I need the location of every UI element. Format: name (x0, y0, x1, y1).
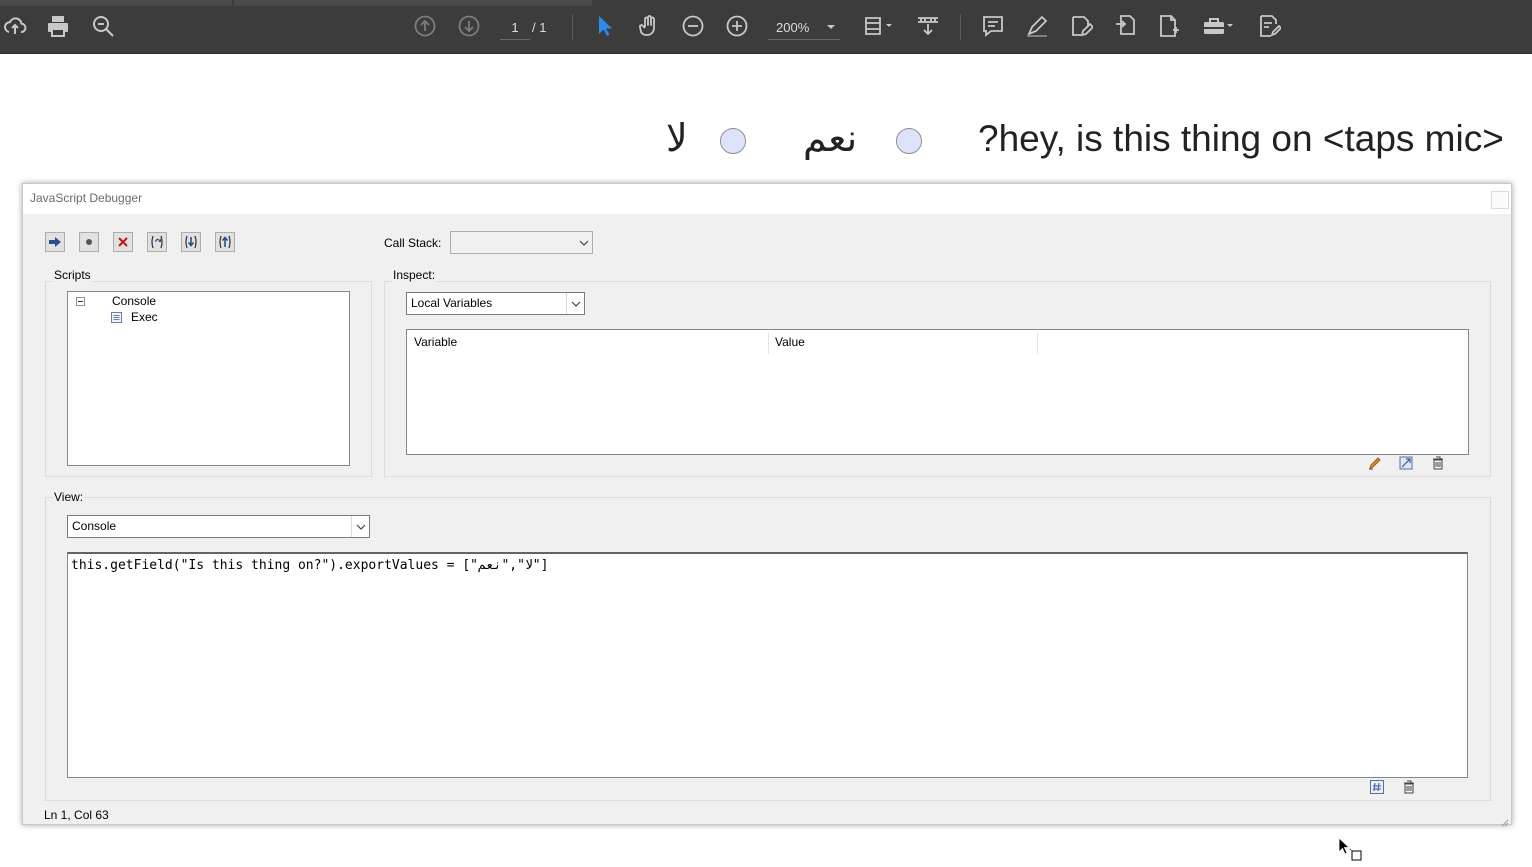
script-file-icon (111, 312, 122, 323)
scripts-tree[interactable]: Console Exec (67, 291, 350, 466)
debugger-title: JavaScript Debugger (30, 191, 143, 205)
document-tab[interactable] (0, 0, 232, 6)
console-textarea[interactable]: this.getField("Is this thing on?").expor… (67, 552, 1468, 778)
tree-collapse-toggle[interactable] (76, 297, 85, 306)
page-number-input[interactable]: 1 (500, 17, 530, 40)
zoom-out-icon[interactable] (679, 12, 707, 40)
highlight-pen-icon[interactable] (1023, 12, 1051, 40)
chevron-down-icon (575, 232, 592, 253)
toolbar-divider (960, 14, 961, 40)
pause-button[interactable] (79, 232, 99, 252)
fill-sign-icon[interactable] (1255, 12, 1283, 40)
radio-button-no[interactable] (720, 128, 746, 154)
zoom-search-icon[interactable] (89, 12, 117, 40)
call-stack-label: Call Stack: (384, 236, 442, 250)
stop-button[interactable] (113, 232, 133, 252)
watch-variable-icon[interactable] (1397, 455, 1415, 471)
cursor-position-status: Ln 1, Col 63 (44, 808, 109, 822)
document-tab[interactable] (234, 0, 592, 6)
scripts-label: Scripts (53, 268, 92, 282)
zoom-value: 200% (776, 20, 810, 35)
chevron-down-icon (351, 516, 369, 537)
chevron-down-icon (826, 19, 836, 42)
clear-console-icon[interactable] (1400, 779, 1418, 795)
pause-icon (86, 239, 92, 245)
page-total: / 1 (532, 20, 547, 35)
create-pdf-icon[interactable] (1155, 12, 1183, 40)
tree-item-exec[interactable]: Exec (131, 310, 158, 324)
step-out-icon (219, 235, 231, 249)
run-script-icon[interactable] (1368, 779, 1386, 795)
inspect-select-value: Local Variables (411, 296, 493, 310)
option-yes-label: نعم (803, 116, 858, 160)
prev-page-icon[interactable] (411, 12, 439, 40)
resize-grip-icon[interactable] (1499, 812, 1509, 827)
view-select[interactable]: Console (67, 515, 370, 538)
print-icon[interactable] (44, 12, 72, 40)
stop-icon (118, 237, 128, 247)
tab-strip (0, 0, 1532, 6)
zoom-select[interactable]: 200% (768, 17, 840, 40)
pdf-question-text: ?hey, is this thing on <taps mic> (978, 118, 1504, 159)
edit-pdf-icon[interactable] (1067, 12, 1095, 40)
edit-variable-icon[interactable] (1366, 455, 1384, 471)
step-over-icon (151, 235, 163, 249)
select-arrow-icon[interactable] (591, 12, 619, 40)
column-divider (1037, 332, 1038, 354)
export-pdf-icon[interactable] (1111, 12, 1139, 40)
next-page-icon[interactable] (455, 12, 483, 40)
resume-button[interactable] (45, 232, 65, 252)
hand-icon[interactable] (635, 12, 663, 40)
comment-icon[interactable] (979, 12, 1007, 40)
option-no-label: لا (666, 116, 688, 160)
close-button[interactable] (1491, 191, 1509, 209)
view-select-value: Console (72, 519, 117, 533)
debugger-titlebar[interactable]: JavaScript Debugger (23, 184, 1511, 214)
scroll-mode-icon[interactable] (914, 12, 942, 40)
inspect-select[interactable]: Local Variables (406, 292, 585, 315)
acrobat-toolbar: 1 / 1 200% (0, 0, 1532, 54)
mouse-cursor-icon (1338, 837, 1364, 863)
javascript-debugger-window: JavaScript Debugger Call Stack: Scripts … (22, 183, 1512, 827)
tools-icon[interactable] (1200, 12, 1236, 40)
delete-variable-icon[interactable] (1429, 455, 1447, 471)
resume-icon (49, 237, 61, 247)
inspect-label: Inspect: (392, 268, 437, 282)
step-over-button[interactable] (147, 232, 167, 252)
column-header-variable[interactable]: Variable (407, 330, 768, 355)
step-into-button[interactable] (181, 232, 201, 252)
tree-item-console[interactable]: Console (112, 294, 156, 308)
console-code: this.getField("Is this thing on?").expor… (71, 558, 549, 573)
cloud-upload-icon[interactable] (1, 12, 29, 40)
zoom-in-icon[interactable] (723, 12, 751, 40)
call-stack-select[interactable] (450, 231, 593, 254)
view-label: View: (53, 490, 85, 504)
chevron-down-icon (566, 293, 584, 314)
column-header-value[interactable]: Value (768, 330, 1037, 355)
variables-table[interactable]: Variable Value (406, 329, 1469, 455)
toolbar-divider (572, 14, 573, 40)
fit-page-icon[interactable] (860, 12, 896, 40)
radio-button-yes[interactable] (896, 128, 922, 154)
step-into-icon (185, 235, 197, 249)
step-out-button[interactable] (215, 232, 235, 252)
